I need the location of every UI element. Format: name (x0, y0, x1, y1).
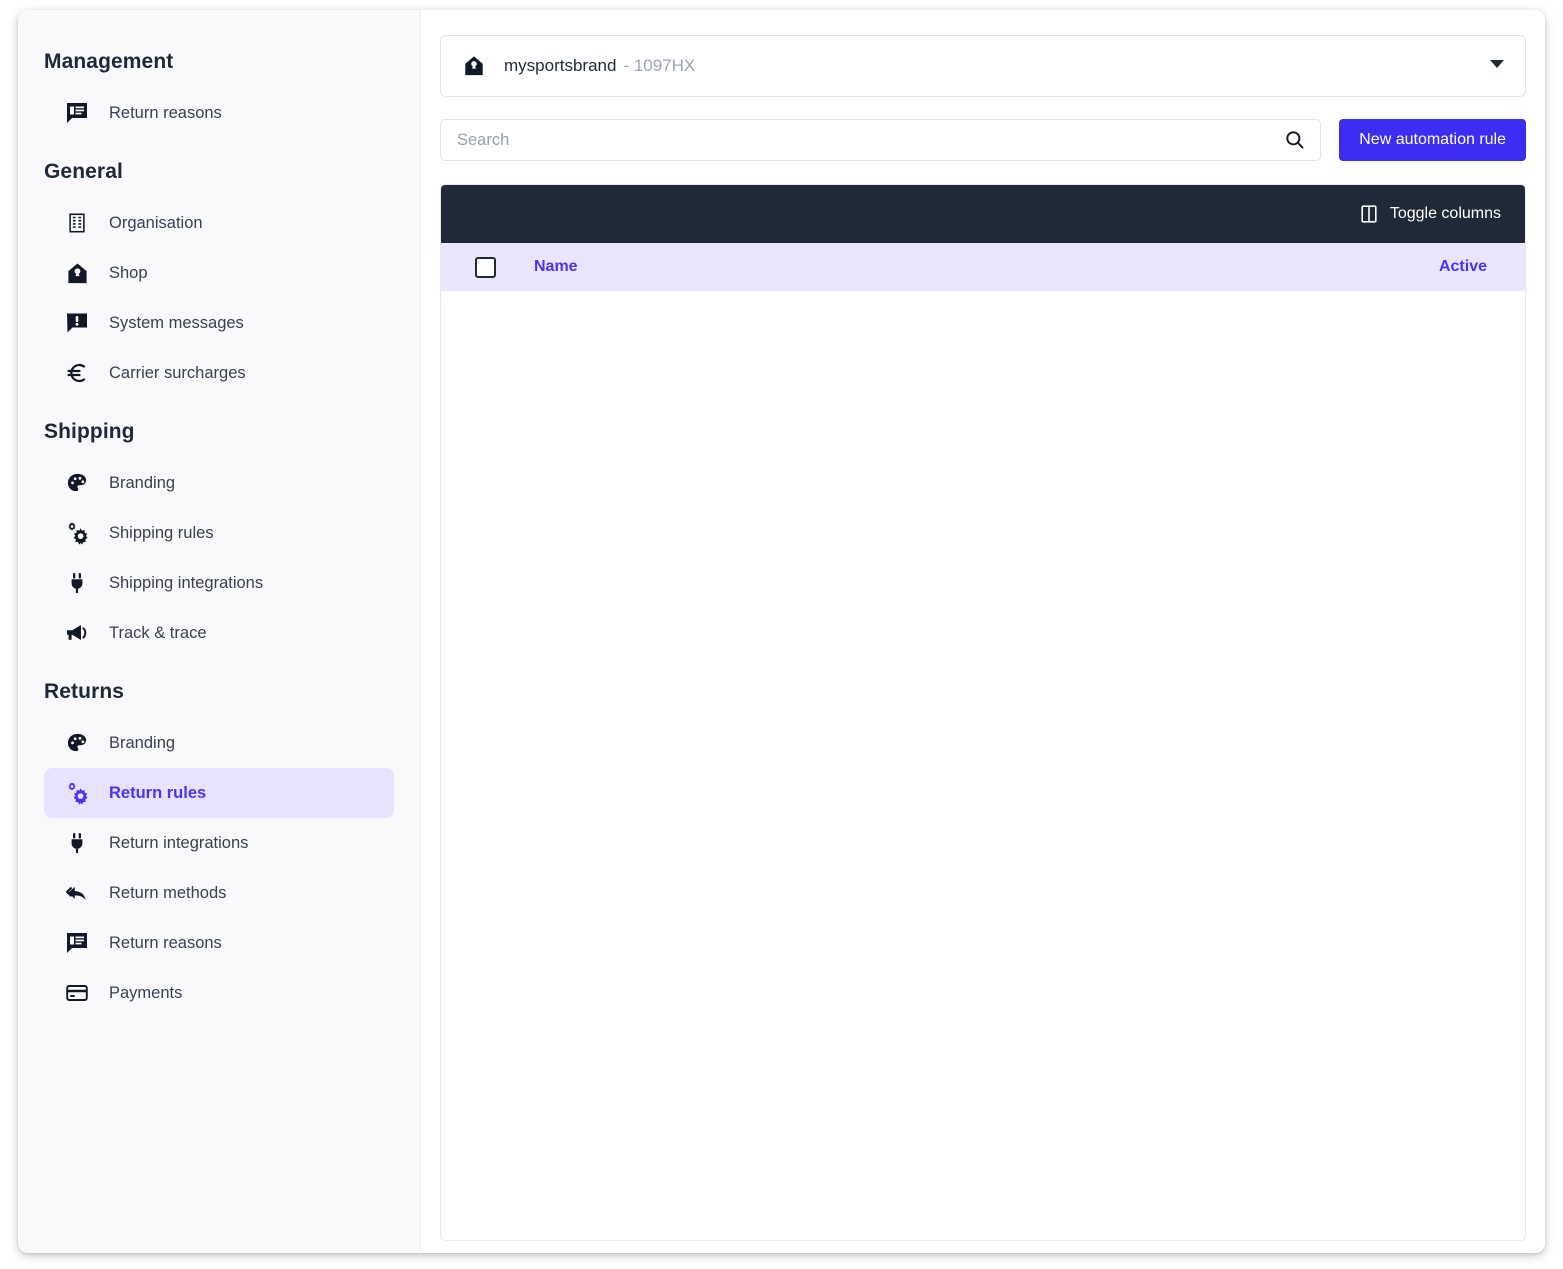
shop-code: - 1097HX (623, 56, 696, 75)
rules-table: Toggle columns Name Active (440, 184, 1526, 1241)
sidebar-item-label: Return integrations (109, 833, 249, 852)
sidebar-item-payments[interactable]: Payments (44, 968, 394, 1018)
sidebar-item-label: Branding (109, 733, 176, 752)
toggle-columns-label: Toggle columns (1389, 205, 1501, 222)
search-toolbar: New automation rule (440, 119, 1526, 161)
shop-name: mysportsbrand (504, 56, 617, 75)
sidebar-item-shop[interactable]: Shop (44, 248, 394, 298)
shop-home-icon (463, 55, 485, 77)
main-content: mysportsbrand - 1097HX New automation ru… (421, 10, 1545, 1253)
sidebar-section-title-management: Management (44, 50, 174, 73)
column-header-active[interactable]: Active (1439, 258, 1487, 276)
plug-icon (64, 570, 90, 596)
comment-lines-icon (64, 930, 90, 956)
sidebar-item-label: Shipping integrations (109, 573, 264, 592)
new-automation-rule-button[interactable]: New automation rule (1339, 119, 1526, 161)
reply-all-icon (64, 880, 90, 906)
comment-alert-icon (64, 310, 90, 336)
sidebar-item-track-and-trace[interactable]: Track & trace (44, 608, 394, 658)
comment-lines-icon (64, 100, 90, 126)
sidebar-item-shipping-rules[interactable]: Shipping rules (44, 508, 394, 558)
toggle-columns-button[interactable]: Toggle columns (1359, 204, 1501, 224)
search-box[interactable] (440, 119, 1322, 161)
building-icon (64, 210, 90, 236)
sidebar-item-system-messages[interactable]: System messages (44, 298, 394, 348)
sidebar-item-organisation[interactable]: Organisation (44, 198, 394, 248)
chevron-down-icon[interactable] (1489, 57, 1505, 75)
palette-icon (64, 470, 90, 496)
shop-selector[interactable]: mysportsbrand - 1097HX (440, 35, 1526, 97)
sidebar-section-title-shipping: Shipping (44, 420, 135, 443)
shop-home-icon (64, 260, 90, 286)
gears-icon (64, 780, 90, 806)
credit-card-icon (64, 980, 90, 1006)
palette-icon (64, 730, 90, 756)
sidebar-item-label: Payments (109, 983, 183, 1002)
column-header-name[interactable]: Name (534, 258, 578, 276)
sidebar-item-label: Carrier surcharges (109, 363, 246, 382)
sidebar-item-label: Shop (109, 263, 148, 282)
sidebar-item-label: System messages (109, 313, 244, 332)
euro-icon (64, 360, 90, 386)
table-toolbar: Toggle columns (441, 185, 1525, 243)
app-window: Management Return reasons General Organi… (18, 10, 1545, 1253)
megaphone-icon (64, 620, 90, 646)
sidebar-item-return-methods[interactable]: Return methods (44, 868, 394, 918)
columns-icon (1359, 204, 1379, 224)
sidebar-item-branding-shipping[interactable]: Branding (44, 458, 394, 508)
table-header-row: Name Active (441, 243, 1525, 291)
sidebar-item-return-rules[interactable]: Return rules (44, 768, 394, 818)
sidebar-item-label: Track & trace (109, 623, 207, 642)
sidebar: Management Return reasons General Organi… (18, 10, 421, 1253)
sidebar-item-label: Organisation (109, 213, 203, 232)
sidebar-item-label: Return methods (109, 883, 227, 902)
sidebar-item-label: Branding (109, 473, 176, 492)
sidebar-item-label: Return rules (109, 783, 207, 802)
plug-icon (64, 830, 90, 856)
sidebar-item-label: Return reasons (109, 103, 222, 122)
gears-icon (64, 520, 90, 546)
sidebar-item-return-reasons[interactable]: Return reasons (44, 918, 394, 968)
sidebar-item-return-reasons-management[interactable]: Return reasons (44, 88, 394, 138)
sidebar-item-shipping-integrations[interactable]: Shipping integrations (44, 558, 394, 608)
sidebar-item-carrier-surcharges[interactable]: Carrier surcharges (44, 348, 394, 398)
sidebar-item-label: Shipping rules (109, 523, 214, 542)
search-icon[interactable] (1284, 129, 1306, 151)
sidebar-item-branding-returns[interactable]: Branding (44, 718, 394, 768)
sidebar-section-title-returns: Returns (44, 680, 125, 703)
table-body-empty (441, 291, 1525, 1240)
sidebar-item-return-integrations[interactable]: Return integrations (44, 818, 394, 868)
select-all-checkbox[interactable] (475, 256, 496, 278)
sidebar-item-label: Return reasons (109, 933, 222, 952)
search-input[interactable] (457, 130, 1285, 150)
sidebar-section-title-general: General (44, 160, 123, 183)
